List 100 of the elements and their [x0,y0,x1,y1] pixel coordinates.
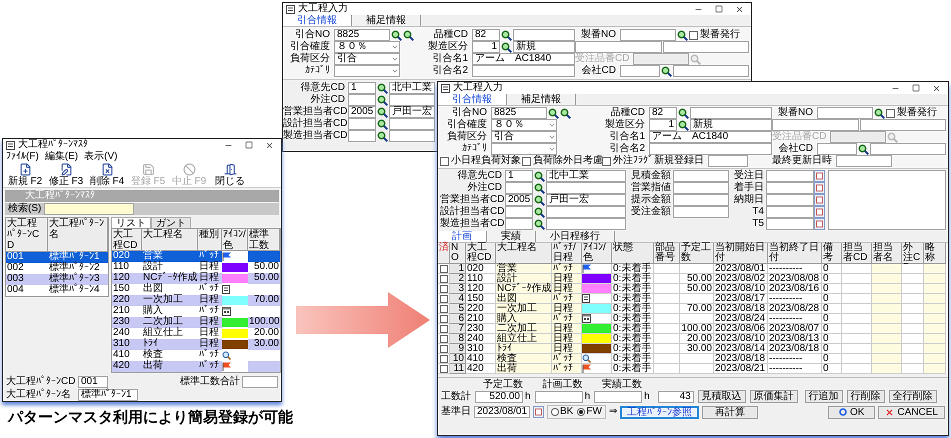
text-field[interactable]: 43 [658,391,694,403]
text-field[interactable] [546,206,626,218]
text-field[interactable] [649,143,772,155]
text-field[interactable] [673,206,729,218]
text-field[interactable]: 1 [348,82,376,94]
text-field[interactable]: 戸田一宏 [546,194,626,206]
calendar-icon[interactable] [814,206,825,218]
cancel-button[interactable]: CANCEL [878,406,945,418]
text-field[interactable]: 1 [472,41,500,53]
text-field[interactable]: 82 [472,29,500,41]
close-icon[interactable] [265,140,274,150]
radio-button[interactable]: BK [551,406,574,418]
text-field[interactable]: 520.00 [475,391,523,403]
search-icon[interactable] [501,42,512,52]
table-row[interactable]: 420 出荷 ﾊﾞｯﾁ [112,361,280,372]
text-field[interactable]: アーム AC1840 [649,131,772,143]
maximize-icon[interactable] [245,141,253,149]
text-field[interactable] [673,170,729,182]
text-field[interactable]: 8825 [334,29,390,41]
text-field[interactable] [817,143,857,155]
dropdown[interactable]: ８０％ [491,119,557,131]
table-row[interactable]: 310 ﾄﾗｲ 日程 30.00 [112,339,280,350]
search-icon[interactable] [501,30,512,40]
checkbox[interactable] [440,314,448,322]
text-field[interactable] [708,155,748,167]
checkbox[interactable]: 製番発行 [886,107,937,119]
checkbox[interactable] [440,294,448,302]
text-field[interactable] [766,218,814,230]
text-field[interactable] [673,194,729,206]
table-row[interactable]: 220 一次加工 日程 70.00 [112,295,280,306]
calendar-icon[interactable] [814,170,825,182]
text-field[interactable] [620,29,676,41]
text-field[interactable]: 新規 [513,41,575,53]
text-field[interactable]: 北中工業 [389,82,435,94]
action-button[interactable]: 全行削除 [888,390,937,403]
memo-field[interactable] [828,170,946,230]
text-field[interactable] [389,130,435,142]
search-icon[interactable] [661,66,672,76]
text-field[interactable] [348,94,376,106]
checkbox[interactable] [440,284,448,292]
search-icon[interactable] [534,194,545,206]
toolbar-button[interactable]: 修正 F3 [47,163,85,187]
recalculate-button[interactable]: 再計算 [702,406,758,418]
tab[interactable]: 引合情報 [438,94,507,105]
text-field[interactable] [242,376,278,388]
checkbox[interactable] [440,354,448,362]
calendar-icon[interactable] [814,194,825,206]
text-field[interactable] [766,170,814,182]
search-icon[interactable] [377,94,388,106]
search-icon[interactable] [534,206,545,218]
text-field[interactable] [673,65,749,77]
text-field[interactable]: 8825 [491,107,547,119]
text-field[interactable] [389,94,435,106]
text-field[interactable]: 2005 [348,106,376,118]
text-field[interactable]: 標準ﾊﾟﾀｰﾝ1 [78,389,138,401]
search-icon[interactable] [534,182,545,194]
action-button[interactable]: 見積取込 [698,390,746,403]
search-icon[interactable] [534,218,545,230]
text-field[interactable] [348,130,376,142]
checkbox[interactable] [440,344,448,352]
text-field[interactable]: アーム AC1840 [472,53,575,65]
search-icon[interactable] [377,118,388,130]
checkbox[interactable] [440,274,448,282]
dropdown[interactable] [491,143,557,155]
text-field[interactable] [546,182,626,194]
dropdown[interactable]: ８０％ [334,41,400,53]
list-row[interactable]: 003 標準ﾊﾟﾀｰﾝ3 [6,274,108,285]
search-icon[interactable] [858,144,869,154]
text-field[interactable]: 82 [649,107,677,119]
text-field[interactable] [44,203,134,215]
tab[interactable]: リスト [111,217,151,228]
close-icon[interactable] [932,84,941,92]
text-field[interactable] [620,65,660,77]
checkbox[interactable] [440,324,448,332]
text-field[interactable] [505,206,533,218]
text-field[interactable] [513,29,575,41]
text-field[interactable]: 新規 [690,119,772,131]
text-field[interactable] [348,118,376,130]
tab[interactable]: 計画 [438,231,487,242]
pattern-reference-button[interactable]: 工程ﾊﾟﾀｰﾝ参照 [620,406,699,418]
text-field[interactable] [772,119,858,131]
search-icon[interactable] [678,120,689,130]
text-field[interactable] [870,143,946,155]
table-row[interactable]: 110 設計 日程 50.00 [112,262,280,273]
search-icon[interactable] [377,82,388,94]
text-field[interactable] [860,119,946,131]
checkbox[interactable] [440,304,448,312]
text-field[interactable] [505,182,533,194]
ok-button[interactable]: OK [828,406,876,418]
text-field[interactable] [766,194,814,206]
text-field[interactable] [817,107,873,119]
list-row[interactable]: 001 標準ﾊﾟﾀｰﾝ1 [6,252,108,263]
text-field[interactable]: 1 [505,170,533,182]
menu-item[interactable]: 編集(E) [44,151,78,163]
calendar-icon[interactable] [814,218,825,230]
checkbox[interactable] [440,264,448,272]
text-field[interactable]: 2005 [505,194,533,206]
text-field[interactable] [594,391,642,403]
search-icon[interactable] [377,106,388,118]
text-field[interactable] [389,118,435,130]
